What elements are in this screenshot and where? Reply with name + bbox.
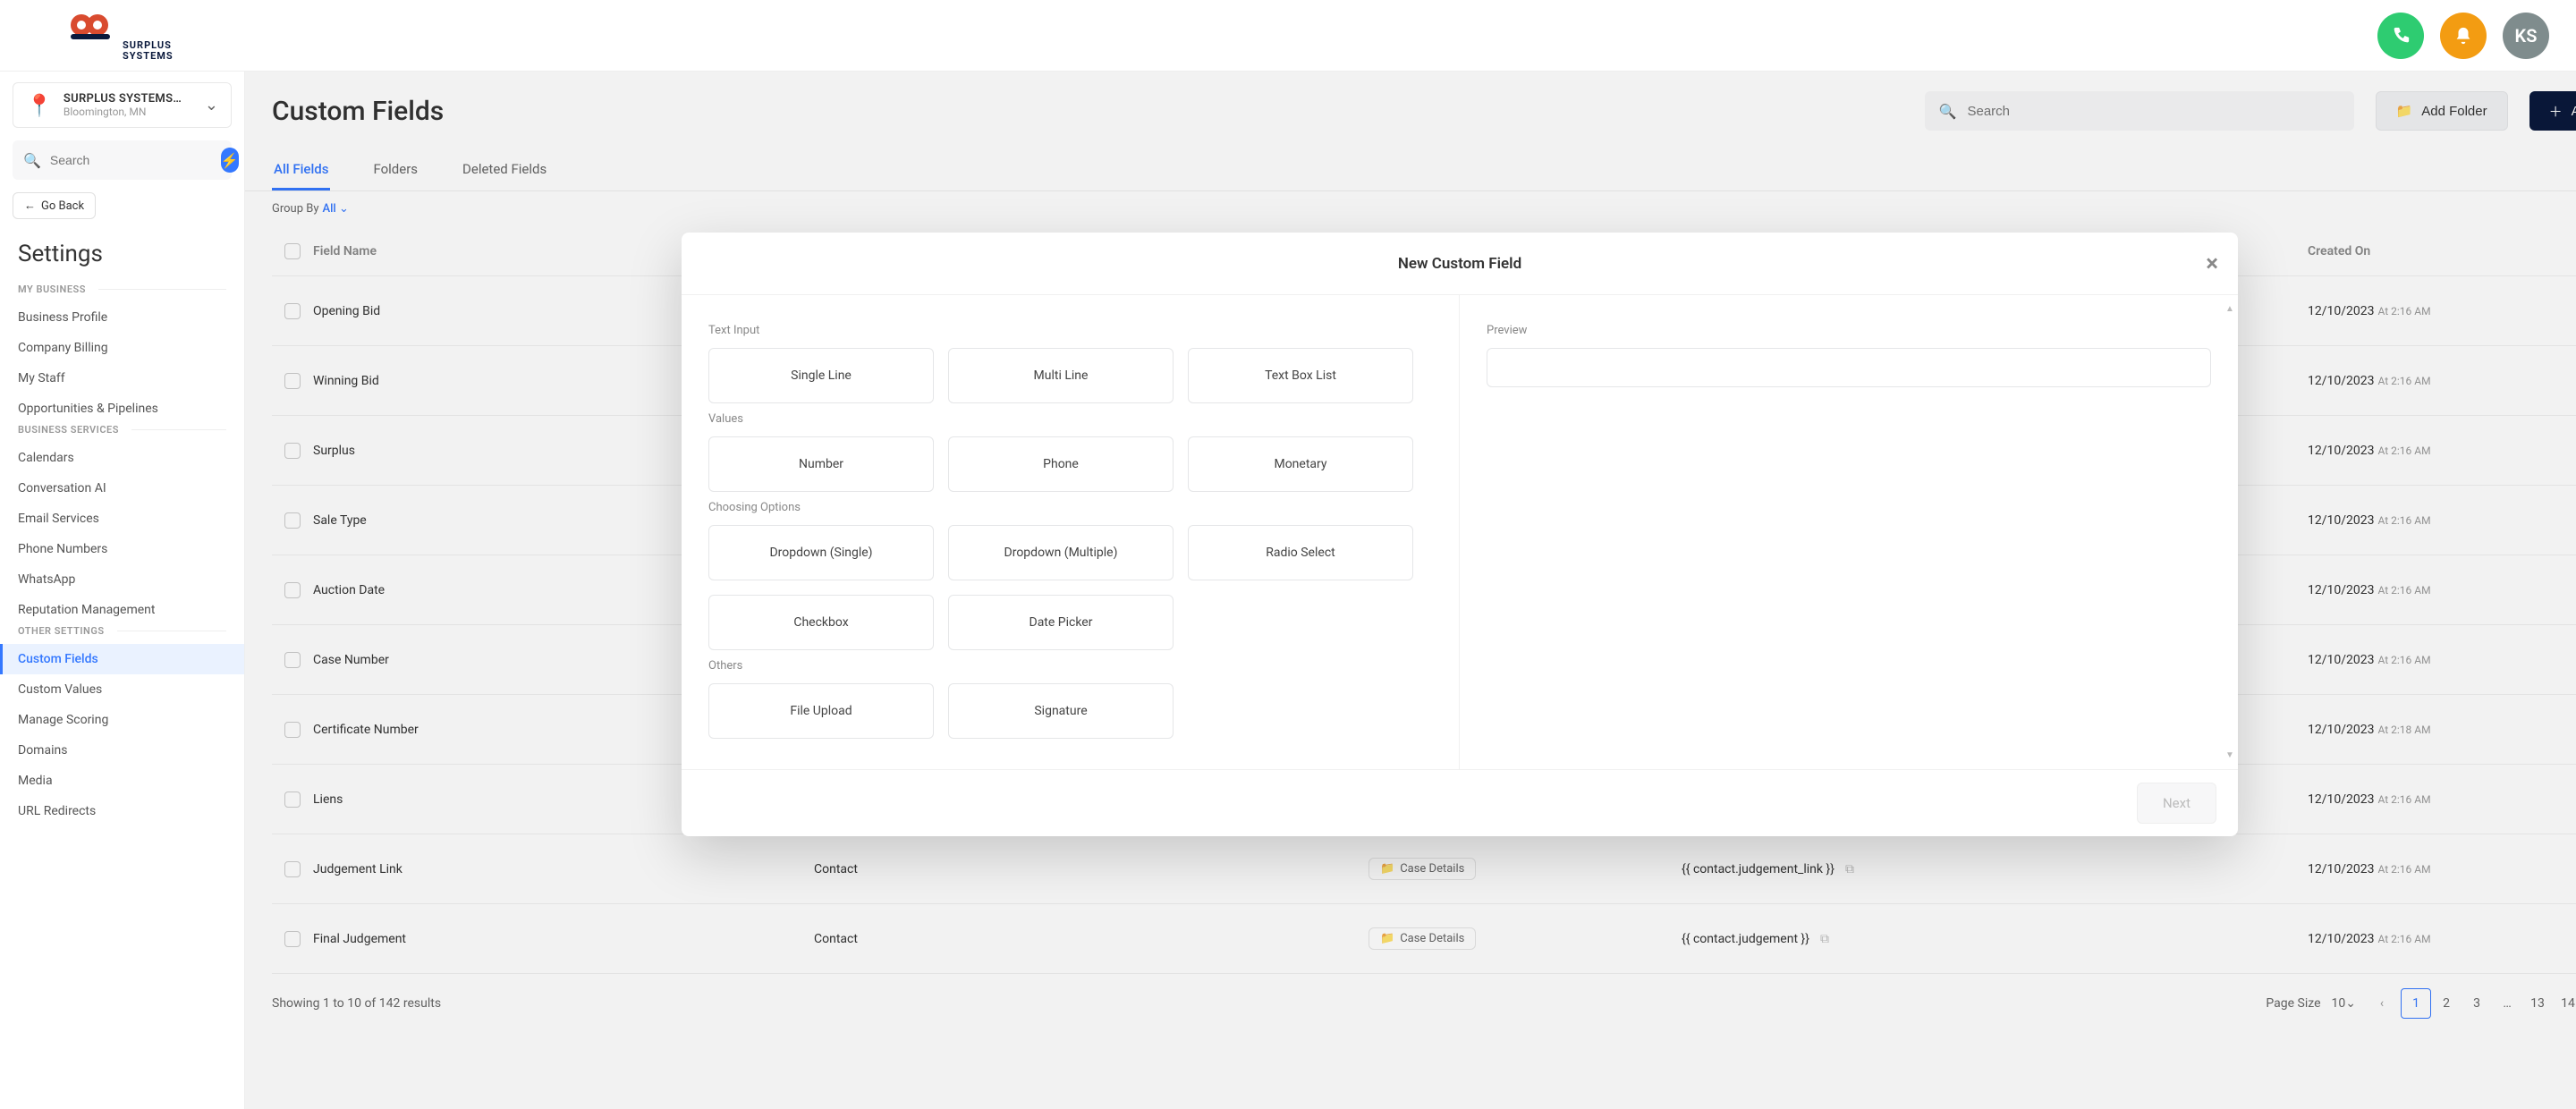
go-back-label: Go Back (41, 199, 84, 213)
triangle-up-icon: ▲ (2225, 304, 2234, 314)
sidebar-item[interactable]: Calendars (0, 443, 244, 473)
go-back-button[interactable]: ← Go Back (13, 192, 96, 219)
field-type-option[interactable]: Phone (948, 436, 1174, 492)
next-button[interactable]: Next (2137, 783, 2216, 824)
sidebar-item[interactable]: Media (0, 766, 244, 796)
sidebar-item[interactable]: Custom Fields (0, 644, 244, 674)
brand-logo-icon: SURPLUS SYSTEMS (51, 9, 194, 63)
settings-title: Settings (0, 241, 244, 284)
main: Custom Fields 🔍 📁 Add Folder ＋ Add Field… (245, 72, 2576, 1109)
field-type-option[interactable]: Text Box List (1188, 348, 1413, 403)
sidebar-item[interactable]: Reputation Management (0, 595, 244, 625)
notifications-button[interactable] (2440, 13, 2487, 59)
sidebar-item[interactable]: Custom Values (0, 674, 244, 705)
sidebar-search-input[interactable] (50, 153, 212, 167)
field-type-option[interactable]: Multi Line (948, 348, 1174, 403)
sidebar-nav: MY BUSINESSBusiness ProfileCompany Billi… (0, 284, 244, 826)
triangle-down-icon: ▼ (2225, 750, 2234, 760)
field-type-panel: Text Input Single Line Multi Line Text Box … (682, 295, 1460, 769)
type-grid: Single Line Multi Line Text Box List (708, 348, 1432, 403)
topbar: SURPLUS SYSTEMS KS (0, 0, 2576, 72)
logo: SURPLUS SYSTEMS (0, 0, 245, 72)
sidebar-item[interactable]: My Staff (0, 363, 244, 394)
field-type-option[interactable]: Dropdown (Multiple) (948, 525, 1174, 580)
type-grid: File UploadSignature (708, 683, 1432, 739)
section-header: MY BUSINESS (0, 284, 244, 302)
type-group-label: Values (708, 412, 1432, 426)
field-type-option[interactable]: Radio Select (1188, 525, 1413, 580)
map-pin-icon: 📍 (26, 93, 53, 118)
sidebar: 📍 SURPLUS SYSTEMS… Bloomington, MN ⌄ 🔍 ⚡… (0, 72, 245, 1109)
sidebar-item[interactable]: WhatsApp (0, 564, 244, 595)
field-type-option[interactable]: Checkbox (708, 595, 934, 650)
location-switcher[interactable]: 📍 SURPLUS SYSTEMS… Bloomington, MN ⌄ (13, 82, 232, 128)
search-icon: 🔍 (23, 152, 41, 169)
lightning-icon: ⚡ (221, 152, 239, 169)
section-header: OTHER SETTINGS (0, 625, 244, 644)
sidebar-item[interactable]: Conversation AI (0, 473, 244, 504)
field-type-option[interactable]: Number (708, 436, 934, 492)
phone-icon (2391, 26, 2411, 46)
preview-label: Preview (1487, 324, 2211, 337)
new-field-modal: New Custom Field × Text Input Single Line… (682, 233, 2238, 836)
sidebar-item[interactable]: Opportunities & Pipelines (0, 394, 244, 424)
arrow-left-icon: ← (24, 199, 36, 213)
topbar-actions: KS (2377, 13, 2549, 59)
sidebar-item[interactable]: Manage Scoring (0, 705, 244, 735)
next-label: Next (2163, 795, 2190, 811)
field-type-option[interactable]: File Upload (708, 683, 934, 739)
sidebar-item[interactable]: URL Redirects (0, 796, 244, 826)
type-group-label: Text Input (708, 324, 1432, 337)
sidebar-item[interactable]: Email Services (0, 504, 244, 534)
close-icon[interactable]: × (2206, 250, 2218, 277)
field-type-option[interactable]: Single Line (708, 348, 934, 403)
modal-scrollbar[interactable]: ▲ ▼ (2225, 304, 2234, 760)
quick-action-button[interactable]: ⚡ (221, 148, 239, 173)
type-group-label: Others (708, 659, 1432, 673)
sidebar-item[interactable]: Business Profile (0, 302, 244, 333)
location-name: SURPLUS SYSTEMS… (64, 92, 194, 106)
type-grid: Dropdown (Single) Dropdown (Multiple) Radi… (708, 525, 1432, 650)
sidebar-item[interactable]: Domains (0, 735, 244, 766)
field-type-option[interactable]: Signature (948, 683, 1174, 739)
brand-name-2: SYSTEMS (123, 50, 174, 62)
modal-scrim[interactable]: New Custom Field × Text Input Single Line… (245, 72, 2576, 1109)
call-button[interactable] (2377, 13, 2424, 59)
type-grid: NumberPhoneMonetary (708, 436, 1432, 492)
location-sub: Bloomington, MN (64, 106, 194, 118)
chevron-down-icon: ⌄ (205, 96, 218, 114)
sidebar-item[interactable]: Phone Numbers (0, 534, 244, 564)
preview-panel: Preview ▲ ▼ (1460, 295, 2238, 769)
type-group-label: Choosing Options (708, 501, 1432, 514)
field-type-option[interactable]: Monetary (1188, 436, 1413, 492)
section-header: BUSINESS SERVICES (0, 424, 244, 443)
sidebar-search[interactable]: 🔍 ⚡ (13, 140, 232, 180)
sidebar-item[interactable]: Company Billing (0, 333, 244, 363)
preview-box (1487, 348, 2211, 387)
field-type-option[interactable]: Dropdown (Single) (708, 525, 934, 580)
profile-button[interactable]: KS (2503, 13, 2549, 59)
modal-title: New Custom Field (1398, 255, 1521, 273)
field-type-option[interactable]: Date Picker (948, 595, 1174, 650)
avatar-initials: KS (2515, 25, 2538, 47)
bell-icon (2453, 26, 2473, 46)
